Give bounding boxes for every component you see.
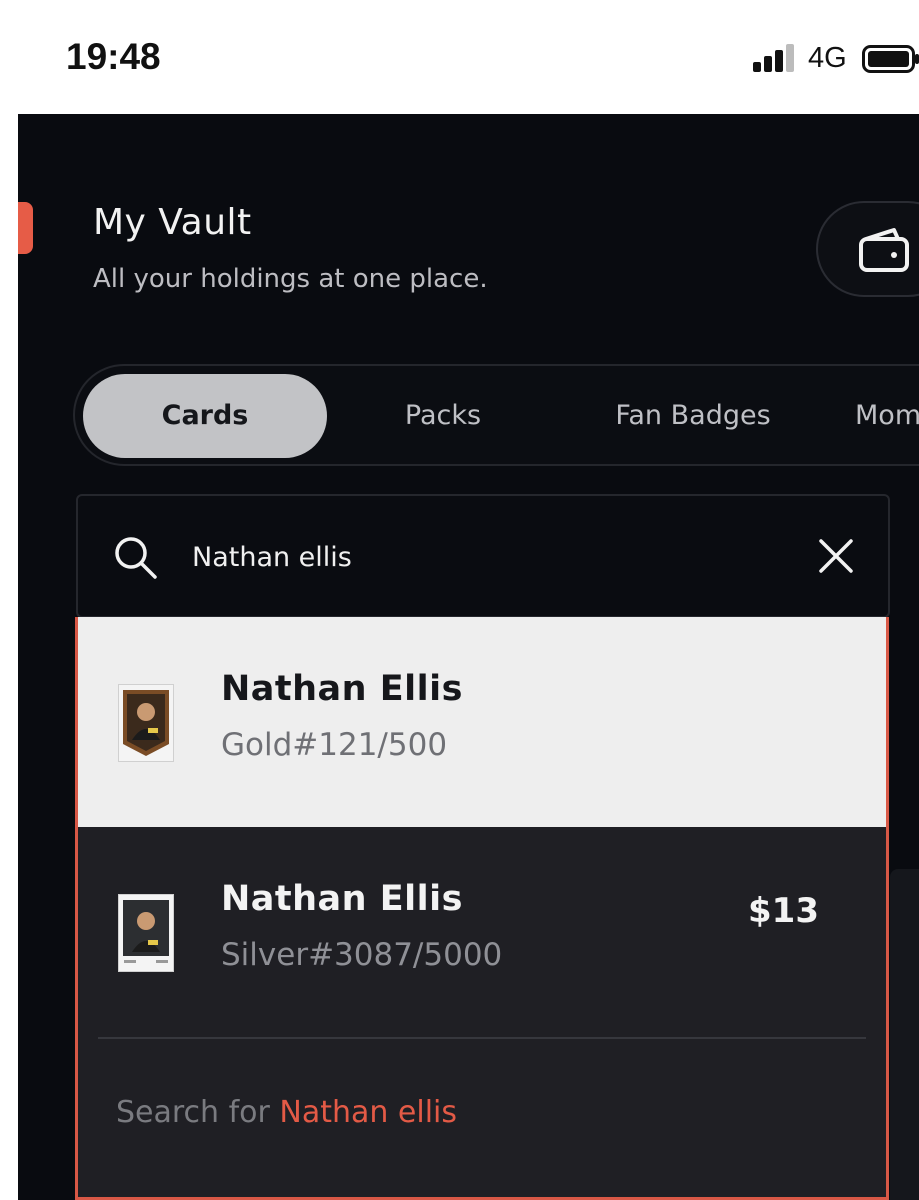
wallet-button[interactable] [816,201,919,297]
result-edition: Silver#3087/5000 [221,937,503,973]
search-input[interactable] [190,528,794,586]
search-bar [76,494,890,618]
close-icon[interactable] [818,538,854,574]
vault-screen: My Vault All your holdings at one place.… [18,114,919,1200]
result-edition: Gold#121/500 [221,727,448,763]
search-for-query: Nathan ellis [279,1095,458,1130]
signal-icon [753,44,794,72]
result-price: $13 [748,891,819,931]
tab-packs[interactable]: Packs [363,374,523,458]
tab-cards[interactable]: Cards [83,374,327,458]
status-bar: 19:48 4G [0,0,919,114]
search-icon [115,537,157,579]
search-results-dropdown: Nathan Ellis Gold#121/500 Nathan Ellis S… [75,617,889,1200]
page-subtitle: All your holdings at one place. [93,264,488,294]
tab-moments[interactable]: Mom [855,374,919,458]
background-card [890,869,919,1200]
search-result-item[interactable]: Nathan Ellis Gold#121/500 [78,617,886,827]
status-time: 19:48 [66,36,161,77]
result-name: Nathan Ellis [221,879,464,919]
card-thumbnail-gold [118,684,174,762]
search-for-link[interactable]: Search for Nathan ellis [116,1095,457,1130]
tab-fan-badges[interactable]: Fan Badges [583,374,803,458]
result-name: Nathan Ellis [221,669,464,709]
drawer-handle[interactable] [18,202,33,254]
vault-tabs: Cards Packs Fan Badges Mom [73,364,919,466]
battery-icon [862,45,919,73]
page-title: My Vault [93,202,252,243]
network-type: 4G [808,42,847,74]
card-thumbnail-silver [118,894,174,972]
wallet-icon [859,228,909,272]
results-divider [98,1037,866,1039]
search-for-prefix: Search for [116,1095,280,1130]
search-result-item[interactable]: Nathan Ellis Silver#3087/5000 $13 [78,827,886,1037]
